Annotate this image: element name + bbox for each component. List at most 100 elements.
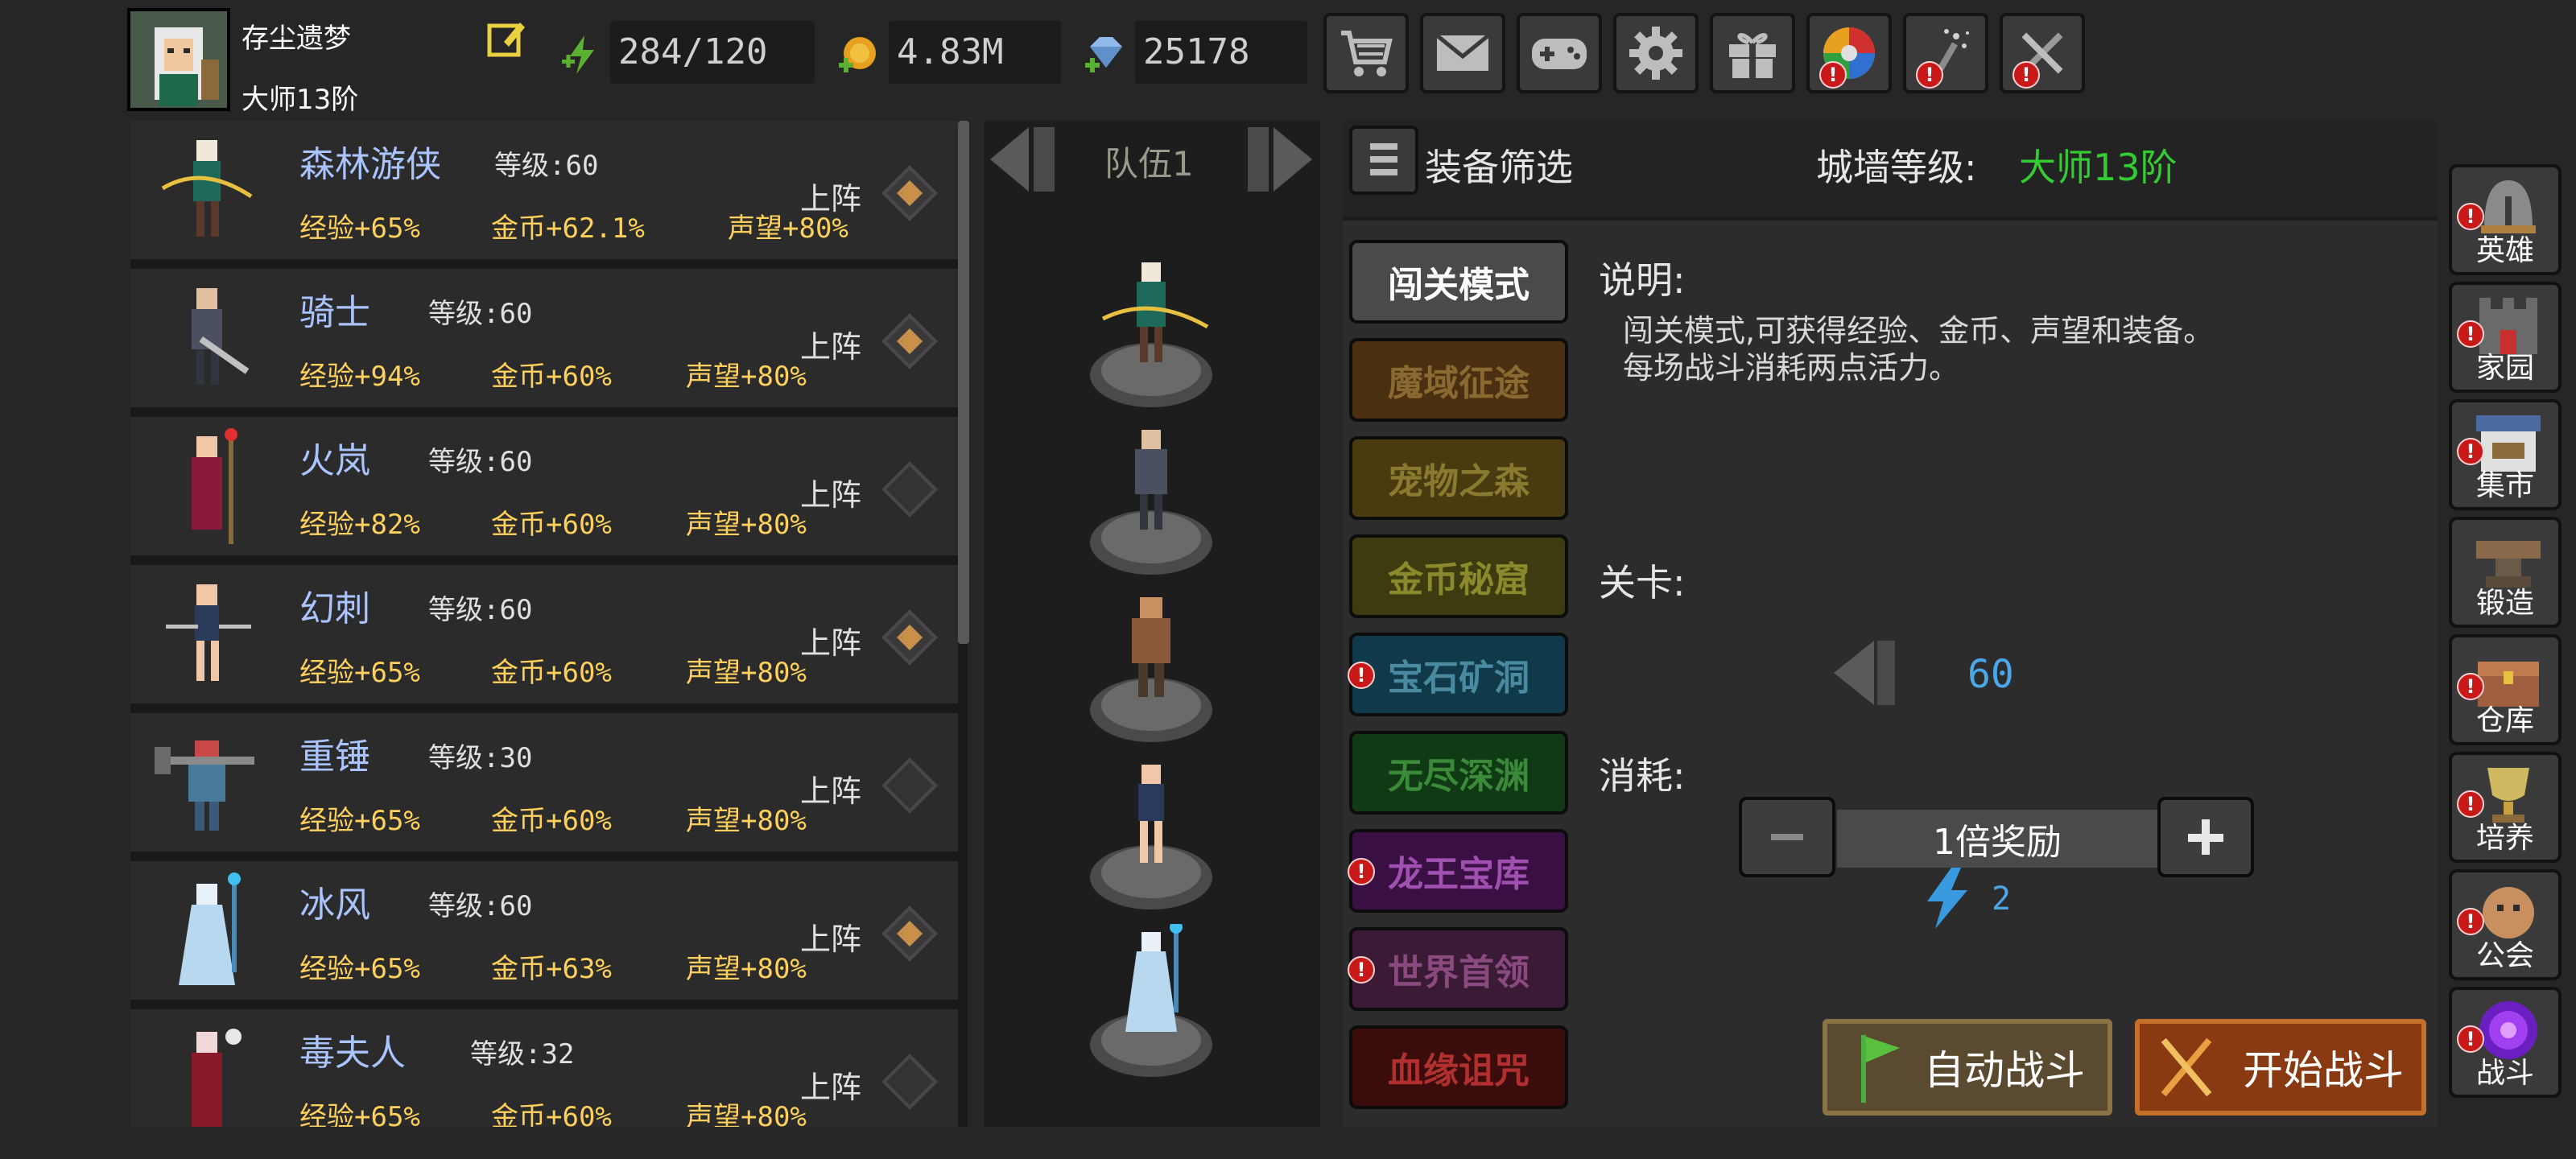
mode-button-label: 宠物之森 — [1388, 461, 1530, 502]
hero-level: 等级:60 — [428, 890, 533, 922]
sidebar-button[interactable]: 集市! — [2449, 399, 2562, 510]
stage-value: 60 — [1967, 652, 2014, 697]
start-battle-label: 开始战斗 — [2243, 1047, 2404, 1094]
deploy-label[interactable]: 上阵 — [800, 174, 861, 218]
hero-row[interactable]: 毒夫人 等级:32 经验+65% 金币+60% 声望+80% 上阵 — [130, 1009, 958, 1127]
reward-increase-button[interactable] — [2157, 797, 2254, 877]
sidebar-alert-badge: ! — [2457, 790, 2484, 818]
deploy-label[interactable]: 上阵 — [800, 322, 861, 366]
wheel-alert-badge: ! — [1819, 61, 1847, 89]
cost-label: 消耗: — [1599, 754, 1686, 798]
equipment-filter-label[interactable]: 装备筛选 — [1425, 138, 1573, 192]
hero-name: 火岚 — [299, 440, 370, 481]
equipment-filter-button[interactable] — [1349, 126, 1418, 195]
gem-value: 25178 — [1135, 21, 1307, 84]
settings-button[interactable] — [1613, 13, 1699, 93]
sidebar-button[interactable]: 战斗! — [2449, 987, 2562, 1098]
mode-button[interactable]: 无尽深渊 — [1349, 731, 1568, 815]
ranger-sprite-icon — [161, 140, 253, 237]
energy-plus-icon[interactable] — [560, 32, 604, 76]
shop-button[interactable] — [1323, 13, 1409, 93]
hero-row[interactable]: 重锤 等级:30 经验+65% 金币+60% 声望+80% 上阵 — [130, 713, 958, 855]
gift-icon — [1729, 33, 1776, 78]
mode-button[interactable]: 宠物之森 — [1349, 436, 1568, 520]
hero-level: 等级:60 — [428, 594, 533, 626]
deploy-diamond-empty-icon[interactable] — [881, 757, 939, 815]
deploy-diamond-empty-icon[interactable] — [881, 1053, 939, 1111]
deploy-label[interactable]: 上阵 — [800, 1062, 861, 1107]
mode-button[interactable]: 闯关模式 — [1349, 240, 1568, 324]
hero-row[interactable]: 幻刺 等级:60 经验+65% 金币+60% 声望+80% 上阵 — [130, 565, 958, 707]
next-team-arrow-icon[interactable] — [1241, 121, 1319, 198]
mode-alert-badge: ! — [1348, 956, 1375, 984]
hero-fame-bonus: 声望+80% — [686, 509, 807, 541]
mode-button[interactable]: 世界首领! — [1348, 927, 1568, 1011]
deploy-diamond-empty-icon[interactable] — [881, 460, 939, 518]
hero-row[interactable]: 森林游侠 等级:60 经验+65% 金币+62.1% 声望+80% 上阵 — [130, 121, 958, 262]
deploy-diamond-icon[interactable] — [881, 905, 939, 963]
sidebar-button[interactable]: 公会! — [2449, 869, 2562, 980]
hero-list[interactable]: 森林游侠 等级:60 经验+65% 金币+62.1% 声望+80% 上阵 骑士 … — [130, 121, 968, 1127]
sidebar-button[interactable]: 仓库! — [2449, 634, 2562, 745]
reward-multiplier: 1倍奖励 — [1837, 810, 2157, 868]
edit-name-icon[interactable] — [486, 18, 528, 60]
deploy-diamond-icon[interactable] — [881, 608, 939, 666]
team-label: 队伍1 — [1104, 144, 1194, 184]
mode-button[interactable]: 龙王宝库! — [1348, 829, 1568, 913]
menu-list-icon — [1370, 143, 1397, 175]
mode-button[interactable]: 魔域征途 — [1349, 338, 1568, 422]
gem-plus-icon[interactable] — [1084, 32, 1127, 76]
sidebar-button[interactable]: 家园! — [2449, 282, 2562, 393]
stage-prev-arrow-icon[interactable] — [1826, 634, 1903, 711]
player-avatar[interactable] — [127, 8, 230, 111]
team-slot-knight[interactable] — [1087, 422, 1216, 575]
sidebar-label: 战斗 — [2475, 1057, 2534, 1090]
hero-name: 骑士 — [299, 292, 370, 333]
hero-list-scrollbar[interactable] — [958, 121, 969, 644]
mail-button[interactable] — [1420, 13, 1505, 93]
reward-decrease-button[interactable] — [1739, 797, 1835, 877]
deploy-label[interactable]: 上阵 — [800, 766, 861, 810]
energy-cost-value: 2 — [1992, 881, 2012, 918]
deploy-label[interactable]: 上阵 — [800, 470, 861, 514]
hero-row[interactable]: 骑士 等级:60 经验+94% 金币+60% 声望+80% 上阵 — [130, 269, 958, 410]
hero-row[interactable]: 冰风 等级:60 经验+65% 金币+63% 声望+80% 上阵 — [130, 861, 958, 1003]
sidebar-alert-badge: ! — [2457, 1025, 2484, 1053]
prev-team-arrow-icon[interactable] — [984, 121, 1061, 198]
mail-icon — [1435, 34, 1490, 71]
hero-row[interactable]: 火岚 等级:60 经验+82% 金币+60% 声望+80% 上阵 — [130, 417, 958, 559]
flag-icon — [1861, 1035, 1900, 1103]
mode-button[interactable]: 宝石矿洞! — [1348, 633, 1568, 716]
start-battle-button[interactable]: 开始战斗 — [2135, 1019, 2426, 1116]
hero-fame-bonus: 声望+80% — [686, 953, 807, 985]
gamepad-button[interactable] — [1517, 13, 1602, 93]
hero-gold-bonus: 金币+63% — [491, 953, 612, 985]
gift-button[interactable] — [1710, 13, 1795, 93]
mode-button-label: 宝石矿洞 — [1388, 658, 1530, 699]
sidebar-label: 集市 — [2475, 469, 2534, 502]
team-slot-assassin[interactable] — [1087, 757, 1216, 909]
sidebar-label: 培养 — [2475, 822, 2534, 855]
gold-plus-icon[interactable] — [837, 32, 881, 76]
mode-button[interactable]: 金币秘窟 — [1349, 534, 1568, 618]
team-slot-ranger[interactable] — [1087, 254, 1216, 407]
hero-level: 等级:60 — [428, 446, 533, 478]
deploy-diamond-icon[interactable] — [881, 164, 939, 222]
sidebar-button[interactable]: 培养! — [2449, 752, 2562, 863]
deploy-diamond-icon[interactable] — [881, 312, 939, 370]
mode-button-label: 魔域征途 — [1388, 363, 1530, 404]
wheel-button[interactable]: ! — [1806, 13, 1892, 93]
hero-exp-bonus: 经验+65% — [299, 953, 420, 985]
team-slot-barbarian[interactable] — [1087, 589, 1216, 742]
battle-swords-button[interactable]: ! — [2000, 13, 2085, 93]
team-slot-ice-mage[interactable] — [1087, 921, 1216, 1077]
deploy-label[interactable]: 上阵 — [800, 914, 861, 959]
ice-mage-sprite-icon — [179, 872, 241, 985]
sidebar-button[interactable]: 锻造 — [2449, 517, 2562, 628]
sidebar-button[interactable]: 英雄! — [2449, 164, 2562, 275]
auto-battle-button[interactable]: 自动战斗 — [1823, 1019, 2112, 1116]
mode-button[interactable]: 血缘诅咒 — [1349, 1025, 1568, 1109]
deploy-label[interactable]: 上阵 — [800, 618, 861, 662]
wand-button[interactable]: ! — [1903, 13, 1988, 93]
mode-button-label: 无尽深渊 — [1388, 756, 1530, 797]
